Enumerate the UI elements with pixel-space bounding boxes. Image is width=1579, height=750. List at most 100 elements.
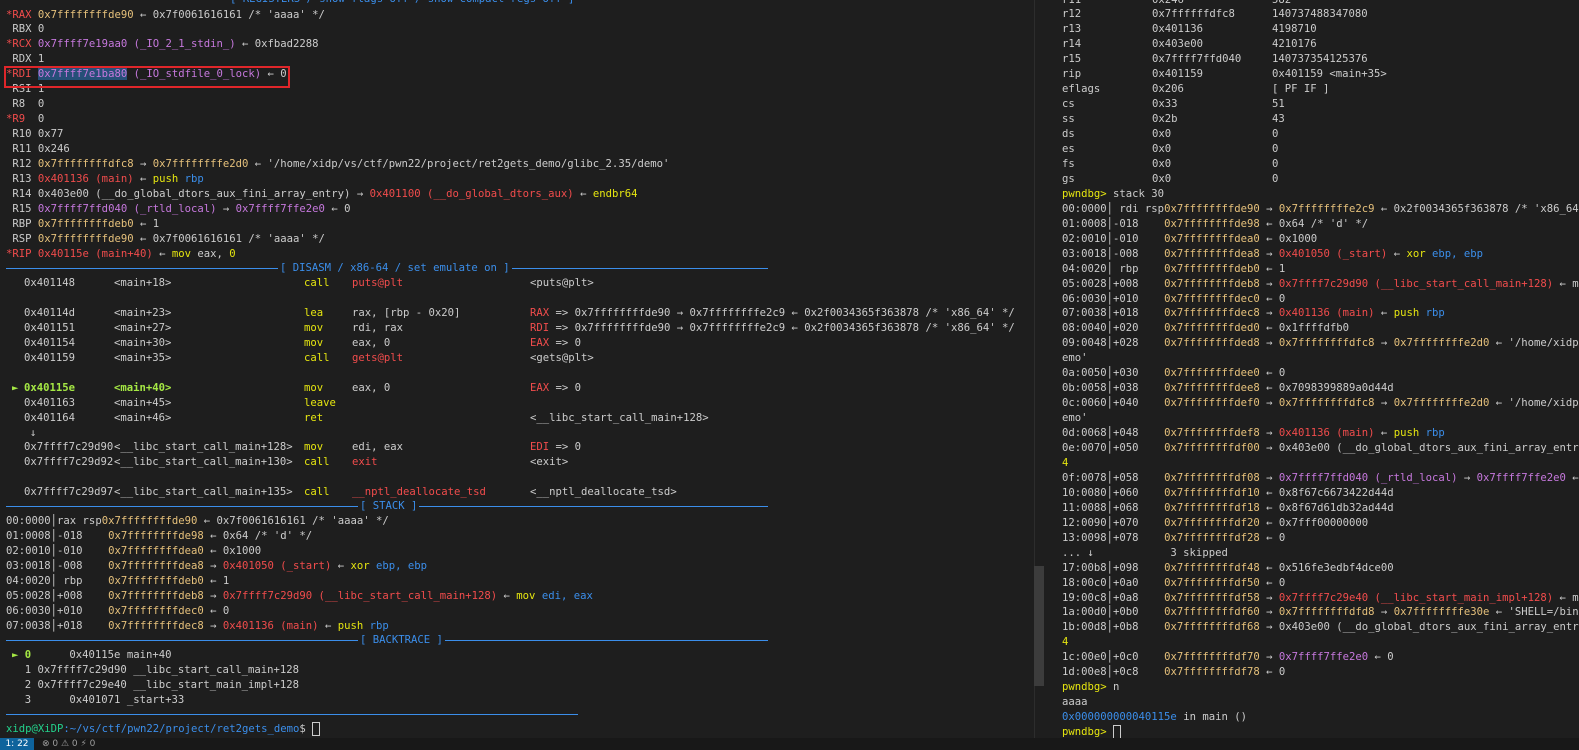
right-stack-skip: ... ↓ 3 skipped — [1062, 546, 1228, 561]
right-stack-register-offset: │+048 — [1106, 427, 1165, 440]
stack-value-part: → — [203, 589, 223, 602]
disasm-address: 0x40115e — [24, 381, 76, 394]
right-stack-value-part: 0x7ffff7c29d90 (__libc_start_call_main+1… — [1278, 277, 1554, 290]
stack-address: 0x7ffffffffdea0 — [108, 544, 204, 557]
right-register-row: rip 0x401159 0x401159 <main+35> — [1062, 67, 1387, 82]
right-stack-index: 0e:0070 — [1062, 442, 1107, 454]
right-stack-value-part: → — [1259, 277, 1279, 290]
right-stack-index: 17:00b8 — [1062, 561, 1107, 574]
right-stack-wrap: emo' — [1062, 351, 1088, 366]
right-stack-value-part: ← — [1374, 427, 1394, 440]
right-stack-value-part: → — [1259, 427, 1279, 440]
disasm-operands: rdi, rax — [352, 321, 404, 334]
register-row-rbp: RBP 0x7ffffffffdeb0 ← 1 — [6, 217, 159, 232]
right-stack-address: 0x7ffffffffded0 — [1164, 322, 1260, 335]
register-value-part: rbp — [178, 172, 204, 185]
pwndbg-cursor[interactable] — [1113, 725, 1122, 738]
right-register-row: r15 0x7ffff7ffd040 140737354125376 — [1062, 52, 1368, 67]
register-value-part: 0x7ffff7e19aa0 — [37, 38, 128, 51]
right-register-row: ds 0x0 0 — [1062, 127, 1278, 142]
right-stack-row: 08:0040│+020 0x7ffffffffded0 ← 0x1ffffdf… — [1062, 321, 1349, 336]
step-result-line: 0x000000000040115e in main () — [1062, 710, 1247, 725]
right-register-row: gs 0x0 0 — [1062, 172, 1278, 187]
right-stack-value-part: → — [1259, 247, 1279, 260]
disasm-line: 0x401159 <main+35> call gets@plt <gets@plt> — [12, 351, 594, 366]
right-stack-value-part: 0x7ffffffffe2d0 — [1393, 337, 1490, 350]
right-stack-address: 0x7ffffffffdee8 — [1164, 382, 1260, 395]
stack-value-part: ebp, ebp — [369, 559, 428, 572]
disasm-opcode: mov — [304, 336, 324, 349]
left-terminal-pane[interactable]: [ REGISTERS / show-flags off / show-comp… — [0, 0, 1034, 738]
register-value-part: 0 — [37, 23, 45, 36]
right-stack-row: 05:0028│+008 0x7ffffffffdeb8 → 0x7ffff7c… — [1062, 277, 1579, 292]
right-register-name: ds — [1062, 128, 1075, 141]
right-stack-register-offset: │+0c8 — [1106, 666, 1165, 679]
stack-value-part: 0x401136 (main) — [222, 619, 319, 632]
status-problems[interactable]: ⊗ 0 ⚠ 0 ⚡ 0 — [42, 738, 95, 750]
right-stack-value-part: → — [1259, 202, 1279, 215]
right-stack-value-part: ← 0x516fe3edbf4dce00 — [1259, 561, 1394, 574]
disasm-symbol: <main+23> — [114, 306, 172, 319]
register-value-part: 0x401100 (__do_global_dtors_aux) — [369, 187, 574, 200]
stack-index: 07:0038 — [6, 619, 51, 632]
stack-index: 06:0030 — [6, 604, 51, 617]
disasm-line: 0x401154 <main+30> mov eax, 0 EAX => 0 — [12, 336, 581, 351]
register-name: R12 — [12, 158, 38, 170]
right-stack-value-part: ← mov — [1559, 591, 1579, 604]
right-stack-index: 12:0090 — [1062, 516, 1107, 529]
right-stack-address: 0x7ffffffffdf58 — [1164, 591, 1260, 604]
right-register-decimal: 4198710 — [1272, 23, 1317, 36]
right-stack-row: 1c:00e0│+0c0 0x7ffffffffdf70 → 0x7ffff7f… — [1062, 650, 1394, 665]
right-register-name: gs — [1062, 172, 1075, 185]
right-stack-index: 05:0028 — [1062, 277, 1107, 290]
right-stack-wrapped-text: 4 — [1062, 636, 1069, 649]
right-register-row: r13 0x401136 4198710 — [1062, 22, 1317, 37]
register-name: RAX — [12, 8, 38, 21]
right-register-hex: 0x403e00 — [1152, 38, 1204, 51]
pwndbg-prompt: pwndbg> — [1062, 187, 1114, 200]
right-stack-wrap: 4 — [1062, 456, 1068, 471]
stack-index: 04:0020 — [6, 574, 51, 587]
pwndbg-command-line: pwndbg> — [1062, 725, 1122, 738]
register-row-r8: R8 0 — [6, 97, 44, 112]
register-name: R14 — [12, 187, 38, 200]
disasm-symbol: <main+40> — [114, 381, 172, 394]
disasm-line: 0x7ffff7c29d97<__libc_start_call_main+13… — [12, 485, 677, 500]
disasm-opcode: mov — [304, 381, 324, 394]
disasm-symbol: <__libc_start_call_main+135> — [114, 486, 293, 499]
right-stack-address: 0x7ffffffffde90 — [1164, 202, 1260, 215]
right-stack-row: 00:0000│ rdi rsp0x7ffffffffde90 → 0x7fff… — [1062, 202, 1579, 217]
right-terminal-pane[interactable]: r110x246582r120x7ffffffdfc81407374883470… — [1060, 0, 1579, 738]
terminal-cursor[interactable] — [312, 722, 321, 736]
right-stack-value-part: 0x7ffffffffe2c9 — [1278, 202, 1375, 215]
scrollbar-thumb[interactable] — [1034, 566, 1044, 686]
status-badge[interactable]: 1: 22 — [0, 738, 34, 750]
register-name: RBP — [12, 217, 38, 230]
right-stack-register-offset: │+068 — [1106, 501, 1165, 514]
right-stack-address: 0x7ffffffffdeb8 — [1164, 277, 1260, 290]
register-value-part: ← 1 — [133, 217, 160, 230]
right-stack-value-part: ← '/home/xidp/vs — [1495, 397, 1579, 410]
backtrace-header: [ BACKTRACE ] — [358, 633, 445, 647]
register-value-part: 0x246 — [37, 143, 70, 156]
disasm-comment: <__nptl_deallocate_tsd> — [530, 486, 677, 499]
right-stack-value-part: → 0x403e00 (__do_global_dtors_aux_fini_a… — [1259, 621, 1579, 634]
right-stack-value-part: 0x7ffffffffdfc8 — [1278, 397, 1375, 410]
right-stack-register-offset: │+038 — [1106, 382, 1165, 395]
right-stack-value-part: push — [1393, 427, 1420, 440]
right-stack-register-offset: │-010 — [1106, 232, 1165, 245]
rdi-highlight-box — [4, 66, 290, 88]
right-register-decimal: 4210176 — [1272, 38, 1317, 51]
right-stack-index: 0c:0060 — [1062, 397, 1107, 410]
disasm-comment-register: EAX — [530, 381, 550, 394]
register-row-r9: *R9 0 — [6, 112, 44, 127]
stack-row: 02:0010│-010 0x7ffffffffdea0 ← 0x1000 — [6, 544, 261, 559]
right-stack-row: 1b:00d8│+0b8 0x7ffffffffdf68 → 0x403e00 … — [1062, 620, 1579, 635]
register-name: RDX — [12, 53, 38, 66]
register-value-part: 0x77 — [37, 128, 64, 141]
right-stack-value-part: ← 0 — [1259, 531, 1286, 544]
backtrace-frame: 2 0x7ffff7c29e40 __libc_start_main_impl+… — [12, 678, 299, 693]
disasm-opcode: lea — [304, 306, 324, 319]
disasm-address: 0x7ffff7c29d90 — [24, 441, 114, 454]
register-row-rip: *RIP 0x40115e (main+40) ← mov eax, 0 — [6, 247, 236, 262]
